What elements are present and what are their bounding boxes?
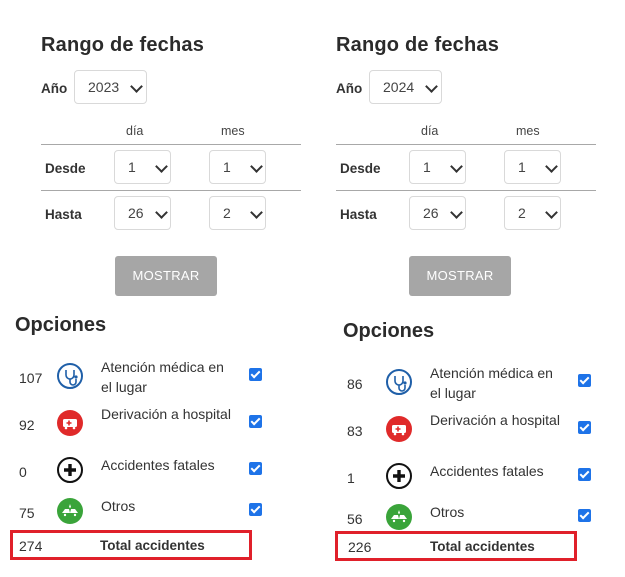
chevron-down-icon <box>130 80 143 93</box>
chevron-down-icon <box>545 160 558 173</box>
total-label: Total accidentes <box>100 538 205 553</box>
to-month-value: 2 <box>518 205 526 221</box>
chevron-down-icon <box>250 160 263 173</box>
from-month-value: 1 <box>223 159 231 175</box>
to-day-select[interactable]: 26 <box>409 196 466 230</box>
chevron-down-icon <box>250 206 263 219</box>
chevron-down-icon <box>545 206 558 219</box>
from-month-select[interactable]: 1 <box>209 150 266 184</box>
option-count: 107 <box>19 370 43 386</box>
year-value: 2024 <box>383 79 415 95</box>
to-day-value: 26 <box>128 205 144 221</box>
total-count: 274 <box>19 538 43 554</box>
plus-cross-icon <box>386 463 412 489</box>
to-month-value: 2 <box>223 205 231 221</box>
options-title: Opciones <box>15 314 107 336</box>
to-day-select[interactable]: 26 <box>114 196 171 230</box>
show-button[interactable]: MOSTRAR <box>115 256 217 296</box>
option-count: 83 <box>347 423 363 439</box>
to-month-select[interactable]: 2 <box>504 196 561 230</box>
day-header: día <box>421 124 439 138</box>
year-select[interactable]: 2024 <box>369 70 442 104</box>
option-label: Atención médica en el lugar <box>430 365 553 401</box>
option-checkbox[interactable] <box>249 503 262 516</box>
date-panel-2024: Rango de fechas Año 2024 día mes Desde 1… <box>295 0 625 577</box>
year-label: Año <box>336 81 363 96</box>
table-divider <box>41 144 301 145</box>
option-row-fatal: 0 Accidentes fatales <box>0 451 300 497</box>
option-label: Accidentes fatales <box>430 463 544 479</box>
option-label: Accidentes fatales <box>101 457 215 473</box>
chevron-down-icon <box>425 80 438 93</box>
from-label: Desde <box>340 161 381 176</box>
to-label: Hasta <box>45 207 82 222</box>
option-label: Atención médica en el lugar <box>101 359 224 395</box>
option-label: Otros <box>101 498 136 514</box>
month-header: mes <box>221 124 245 138</box>
total-accidents-highlight: 274 Total accidentes <box>10 530 252 560</box>
show-button[interactable]: MOSTRAR <box>409 256 511 296</box>
from-month-value: 1 <box>518 159 526 175</box>
to-label: Hasta <box>340 207 377 222</box>
car-crash-icon <box>57 498 83 524</box>
from-month-select[interactable]: 1 <box>504 150 561 184</box>
to-month-select[interactable]: 2 <box>209 196 266 230</box>
ambulance-icon <box>57 410 83 436</box>
option-row-medical: 86 Atención médica en el lugar <box>295 363 625 409</box>
from-day-select[interactable]: 1 <box>114 150 171 184</box>
year-label: Año <box>41 81 68 96</box>
option-checkbox[interactable] <box>578 468 591 481</box>
option-row-hospital: 92 Derivación a hospital <box>0 404 300 450</box>
date-range-title: Rango de fechas <box>41 34 205 56</box>
option-checkbox[interactable] <box>249 368 262 381</box>
day-header: día <box>126 124 144 138</box>
total-label: Total accidentes <box>430 539 535 554</box>
date-panel-2023: Rango de fechas Año 2023 día mes Desde 1… <box>0 0 301 577</box>
option-row-medical: 107 Atención médica en el lugar <box>0 357 300 403</box>
year-select[interactable]: 2023 <box>74 70 147 104</box>
option-checkbox[interactable] <box>578 374 591 387</box>
to-day-value: 26 <box>423 205 439 221</box>
option-count: 0 <box>19 464 27 480</box>
option-label: Derivación a hospital <box>101 406 231 422</box>
year-value: 2023 <box>88 79 120 95</box>
option-checkbox[interactable] <box>249 462 262 475</box>
from-label: Desde <box>45 161 86 176</box>
option-count: 56 <box>347 511 363 527</box>
option-label: Otros <box>430 504 465 520</box>
chevron-down-icon <box>155 160 168 173</box>
table-divider <box>41 190 301 191</box>
option-count: 86 <box>347 376 363 392</box>
options-title: Opciones <box>343 320 435 342</box>
car-crash-icon <box>386 504 412 530</box>
option-checkbox[interactable] <box>578 421 591 434</box>
option-count: 1 <box>347 470 355 486</box>
chevron-down-icon <box>450 160 463 173</box>
option-count: 75 <box>19 505 35 521</box>
stethoscope-icon <box>57 363 83 389</box>
date-range-title: Rango de fechas <box>336 34 500 56</box>
option-count: 92 <box>19 417 35 433</box>
table-divider <box>336 190 596 191</box>
chevron-down-icon <box>450 206 463 219</box>
from-day-value: 1 <box>128 159 136 175</box>
ambulance-icon <box>386 416 412 442</box>
plus-cross-icon <box>57 457 83 483</box>
month-header: mes <box>516 124 540 138</box>
total-count: 226 <box>348 539 372 555</box>
option-row-hospital: 83 Derivación a hospital <box>295 410 625 456</box>
total-accidents-highlight: 226 Total accidentes <box>335 531 577 561</box>
table-divider <box>336 144 596 145</box>
option-checkbox[interactable] <box>249 415 262 428</box>
chevron-down-icon <box>155 206 168 219</box>
option-row-fatal: 1 Accidentes fatales <box>295 457 625 503</box>
from-day-select[interactable]: 1 <box>409 150 466 184</box>
option-label: Derivación a hospital <box>430 412 560 428</box>
option-checkbox[interactable] <box>578 509 591 522</box>
stethoscope-icon <box>386 369 412 395</box>
from-day-value: 1 <box>423 159 431 175</box>
